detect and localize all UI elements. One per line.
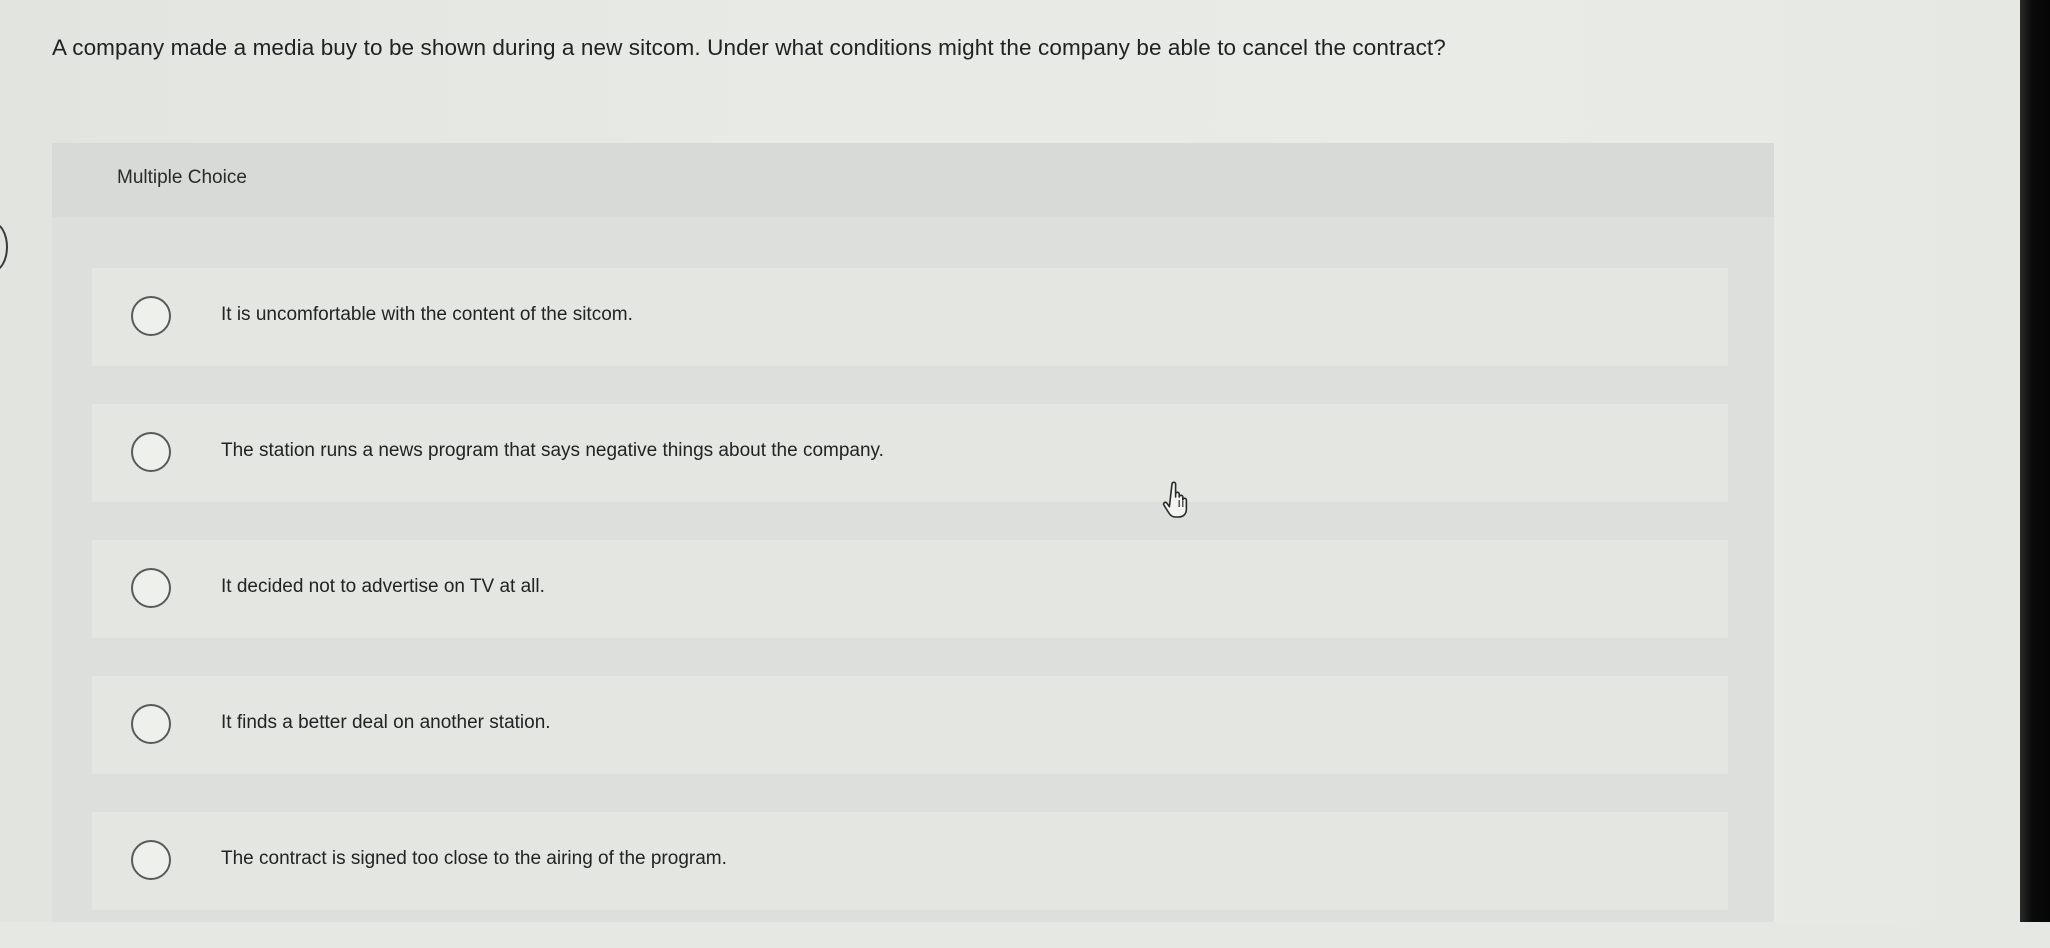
answer-option-3[interactable]: It decided not to advertise on TV at all… [92, 540, 1728, 638]
question-text: A company made a media buy to be shown d… [52, 35, 1446, 60]
answer-option-label: The station runs a news program that say… [221, 440, 884, 461]
answer-option-label: It decided not to advertise on TV at all… [221, 576, 545, 597]
multiple-choice-header: Multiple Choice [52, 143, 1774, 217]
answer-options: It is uncomfortable with the content of … [92, 268, 1728, 948]
answer-option-2[interactable]: The station runs a news program that say… [92, 404, 1728, 502]
answer-option-label: It is uncomfortable with the content of … [221, 304, 633, 325]
answer-option-4[interactable]: It finds a better deal on another statio… [92, 676, 1728, 774]
hand-pointer-icon [1162, 481, 1188, 518]
answer-option-label: It finds a better deal on another statio… [221, 712, 551, 733]
radio-button-icon[interactable] [131, 840, 171, 880]
partial-circle-icon [0, 222, 8, 272]
answer-option-1[interactable]: It is uncomfortable with the content of … [92, 268, 1728, 366]
answer-option-5[interactable]: The contract is signed too close to the … [92, 812, 1728, 910]
radio-button-icon[interactable] [131, 568, 171, 608]
radio-button-icon[interactable] [131, 296, 171, 336]
answer-option-label: The contract is signed too close to the … [221, 848, 727, 869]
radio-button-icon[interactable] [131, 704, 171, 744]
page: A company made a media buy to be shown d… [0, 0, 2020, 922]
screen-bezel [2020, 0, 2050, 922]
radio-button-icon[interactable] [131, 432, 171, 472]
multiple-choice-panel: Multiple Choice It is uncomfortable with… [52, 143, 1774, 922]
multiple-choice-title: Multiple Choice [117, 167, 247, 188]
